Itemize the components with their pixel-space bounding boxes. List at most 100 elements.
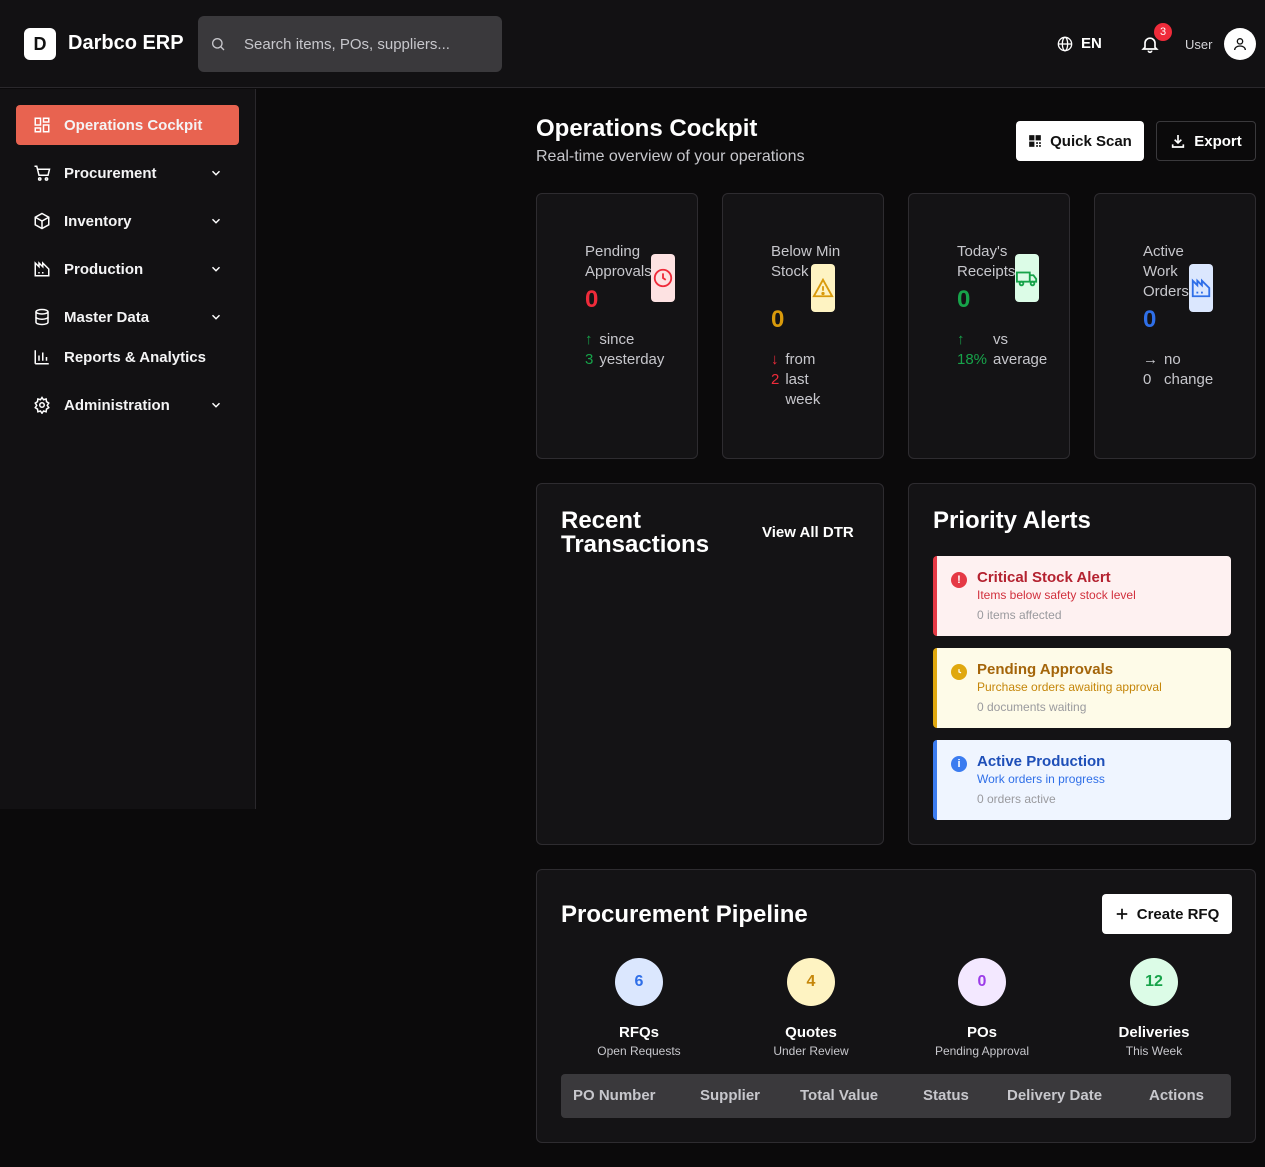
trend-text: no xyxy=(1164,351,1181,368)
bar-chart-icon xyxy=(32,347,52,367)
column-header-status[interactable]: Status xyxy=(923,1087,969,1104)
trend-text: yesterday xyxy=(599,351,665,368)
alert-meta: 0 items affected xyxy=(977,608,1062,622)
quick-scan-button[interactable]: Quick Scan xyxy=(1016,121,1144,161)
factory-icon xyxy=(32,259,52,279)
factory-icon xyxy=(1189,264,1213,312)
alert-meta: 0 orders active xyxy=(977,792,1056,806)
alert-active-production[interactable]: i Active Production Work orders in progr… xyxy=(933,740,1231,820)
trend-text: since xyxy=(599,331,635,348)
gear-icon xyxy=(32,395,52,415)
kpi-value: 0 xyxy=(957,286,971,313)
notification-badge: 3 xyxy=(1154,23,1172,41)
stage-count: 4 xyxy=(787,958,835,1006)
column-header-actions[interactable]: Actions xyxy=(1149,1087,1204,1104)
kpi-card-pending-approvals[interactable]: Pending Approvals 0 ↑ 3 since yesterday xyxy=(536,193,698,459)
brand-name: Darbco ERP xyxy=(68,32,184,54)
stage-label: Deliveries xyxy=(1118,1024,1190,1041)
chevron-down-icon xyxy=(211,170,221,176)
qr-code-icon xyxy=(1029,135,1041,147)
chevron-down-icon xyxy=(211,314,221,320)
kpi-trend: ↓ 2 from last week xyxy=(771,350,826,410)
export-label: Export xyxy=(1194,132,1242,150)
user-label[interactable]: User xyxy=(1185,37,1212,52)
alert-description: Purchase orders awaiting approval xyxy=(977,680,1162,694)
stage-label: Quotes xyxy=(785,1024,837,1041)
page-subtitle: Real-time overview of your operations xyxy=(536,148,805,165)
pipeline-stage-deliveries[interactable]: 12 Deliveries This Week xyxy=(1074,958,1234,1058)
column-header-po-number[interactable]: PO Number xyxy=(573,1087,656,1104)
kpi-card-active-work-orders[interactable]: Active Work Orders 0 → 0 no change xyxy=(1094,193,1256,459)
download-icon xyxy=(1172,135,1185,148)
avatar[interactable] xyxy=(1224,28,1256,60)
trend-value: 2 xyxy=(771,371,780,388)
page-title: Operations Cockpit xyxy=(536,115,758,142)
alert-title: Active Production xyxy=(977,753,1106,770)
alert-description: Work orders in progress xyxy=(977,772,1105,786)
recent-transactions-card: Recent Transactions View All DTR xyxy=(536,483,884,845)
trend-text: last xyxy=(785,371,809,388)
procurement-pipeline-card: Procurement Pipeline Create RFQ 6 RFQs O… xyxy=(536,869,1256,1143)
plus-icon xyxy=(1116,908,1127,920)
sidebar-item-label: Operations Cockpit xyxy=(64,116,203,134)
clock-icon xyxy=(651,254,675,302)
column-header-delivery-date[interactable]: Delivery Date xyxy=(1007,1087,1102,1104)
sidebar-item-procurement[interactable]: Procurement xyxy=(16,153,239,193)
pipeline-stage-quotes[interactable]: 4 Quotes Under Review xyxy=(731,958,891,1058)
warning-icon xyxy=(811,264,835,312)
sidebar-item-master-data[interactable]: Master Data xyxy=(16,297,239,337)
sidebar-item-production[interactable]: Production xyxy=(16,249,239,289)
sidebar-item-label: Production xyxy=(64,260,144,278)
sidebar-item-operations-cockpit[interactable]: Operations Cockpit xyxy=(16,105,239,145)
pipeline-stage-rfqs[interactable]: 6 RFQs Open Requests xyxy=(559,958,719,1058)
create-rfq-label: Create RFQ xyxy=(1136,905,1220,923)
create-rfq-button[interactable]: Create RFQ xyxy=(1102,894,1232,934)
app-logo[interactable]: D xyxy=(24,28,56,60)
trend-arrow: ↓ xyxy=(771,351,779,368)
trend-value: 18% xyxy=(957,351,988,368)
procurement-pipeline-title: Procurement Pipeline xyxy=(561,901,808,928)
column-header-supplier[interactable]: Supplier xyxy=(700,1087,760,1104)
recent-transactions-title: Recent Transactions xyxy=(561,507,710,558)
chevron-down-icon xyxy=(211,218,221,224)
kpi-trend: ↑ 3 since yesterday xyxy=(585,330,670,370)
sidebar-item-label: Reports & Analytics xyxy=(64,348,206,366)
trend-text: average xyxy=(993,351,1048,368)
trend-value: 3 xyxy=(585,351,594,368)
trend-value: 0 xyxy=(1143,371,1152,388)
alert-circle-icon: ! xyxy=(951,572,967,588)
alert-critical-stock[interactable]: ! Critical Stock Alert Items below safet… xyxy=(933,556,1231,636)
kpi-value: 0 xyxy=(771,306,785,333)
trend-text: change xyxy=(1164,371,1214,388)
stage-sub: This Week xyxy=(1125,1044,1183,1058)
language-switcher[interactable]: EN xyxy=(1057,35,1102,52)
kpi-trend: ↑ 18% vs average xyxy=(957,330,1053,370)
kpi-card-todays-receipts[interactable]: Today's Receipts 0 ↑ 18% vs average xyxy=(908,193,1070,459)
pipeline-stage-pos[interactable]: 0 POs Pending Approval xyxy=(902,958,1062,1058)
trend-text: vs xyxy=(993,331,1009,348)
po-table-header: PO Number Supplier Total Value Status De… xyxy=(561,1074,1231,1118)
chevron-down-icon xyxy=(211,402,221,408)
priority-alerts-card: Priority Alerts ! Critical Stock Alert I… xyxy=(908,483,1256,845)
search-box[interactable] xyxy=(198,16,502,72)
sidebar-item-inventory[interactable]: Inventory xyxy=(16,201,239,241)
alert-pending-approvals[interactable]: Pending Approvals Purchase orders awaiti… xyxy=(933,648,1231,728)
trend-arrow: → xyxy=(1143,351,1158,368)
sidebar-item-label: Procurement xyxy=(64,164,157,182)
sidebar-item-reports-analytics[interactable]: Reports & Analytics xyxy=(16,337,239,377)
export-button[interactable]: Export xyxy=(1156,121,1256,161)
search-input[interactable] xyxy=(244,35,484,53)
box-icon xyxy=(32,211,52,231)
stage-sub: Open Requests xyxy=(597,1044,681,1058)
view-all-dtr-link[interactable]: View All DTR xyxy=(762,524,854,541)
stage-sub: Under Review xyxy=(773,1044,849,1058)
kpi-value: 0 xyxy=(1143,306,1157,333)
alert-title: Pending Approvals xyxy=(977,661,1114,678)
kpi-card-below-min-stock[interactable]: Below Min Stock 0 ↓ 2 from last week xyxy=(722,193,884,459)
column-header-total-value[interactable]: Total Value xyxy=(800,1087,878,1104)
dashboard-icon xyxy=(32,115,52,135)
trend-arrow: ↑ xyxy=(957,331,965,348)
sidebar-item-administration[interactable]: Administration xyxy=(16,385,239,425)
cart-icon xyxy=(32,163,52,183)
kpi-trend: → 0 no change xyxy=(1143,350,1219,390)
